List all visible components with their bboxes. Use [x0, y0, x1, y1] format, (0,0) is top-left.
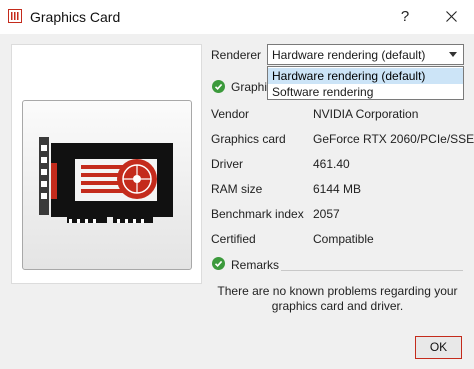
- renderer-selected-value: Hardware rendering (default): [272, 48, 426, 62]
- ram-size-value: 6144 MB: [313, 182, 362, 196]
- driver-label: Driver: [211, 157, 243, 171]
- close-button[interactable]: [437, 5, 465, 29]
- ok-button[interactable]: OK: [415, 336, 462, 359]
- renderer-select[interactable]: Hardware rendering (default): [267, 44, 464, 65]
- graphics-card-label: Graphics card: [211, 132, 286, 146]
- remarks-text-line-1: There are no known problems regarding yo…: [217, 284, 458, 298]
- graphics-card-icon: [39, 137, 173, 223]
- graphics-section-title: Graphi: [231, 80, 268, 94]
- ram-size-label: RAM size: [211, 182, 263, 196]
- benchmark-index-label: Benchmark index: [211, 207, 304, 221]
- benchmark-index-value: 2057: [313, 207, 340, 221]
- title-bar: Graphics Card ?: [0, 0, 474, 34]
- chevron-down-icon: [449, 52, 457, 57]
- renderer-option-software[interactable]: Software rendering: [268, 84, 463, 100]
- help-button[interactable]: ?: [391, 5, 419, 29]
- renderer-option-hardware[interactable]: Hardware rendering (default): [268, 68, 463, 84]
- graphics-card-image-box: [22, 100, 192, 270]
- remarks-divider: [281, 270, 463, 271]
- driver-value: 461.40: [313, 157, 350, 171]
- remarks-check-icon: [212, 257, 225, 270]
- renderer-dropdown-list: Hardware rendering (default) Software re…: [267, 66, 464, 100]
- graphics-card-app-icon: [8, 9, 22, 23]
- remarks-title: Remarks: [231, 258, 280, 272]
- remarks-text: There are no known problems regarding yo…: [211, 284, 464, 314]
- window-title: Graphics Card: [30, 9, 121, 25]
- renderer-label: Renderer: [211, 48, 262, 62]
- certified-value: Compatible: [313, 232, 374, 246]
- graphics-card-value: GeForce RTX 2060/PCIe/SSE2: [313, 132, 474, 146]
- close-icon: [445, 11, 457, 22]
- vendor-label: Vendor: [211, 107, 250, 121]
- vendor-value: NVIDIA Corporation: [313, 107, 419, 121]
- check-circle-icon: [212, 80, 225, 93]
- certified-label: Certified: [211, 232, 256, 246]
- remarks-text-line-2: graphics card and driver.: [271, 299, 404, 313]
